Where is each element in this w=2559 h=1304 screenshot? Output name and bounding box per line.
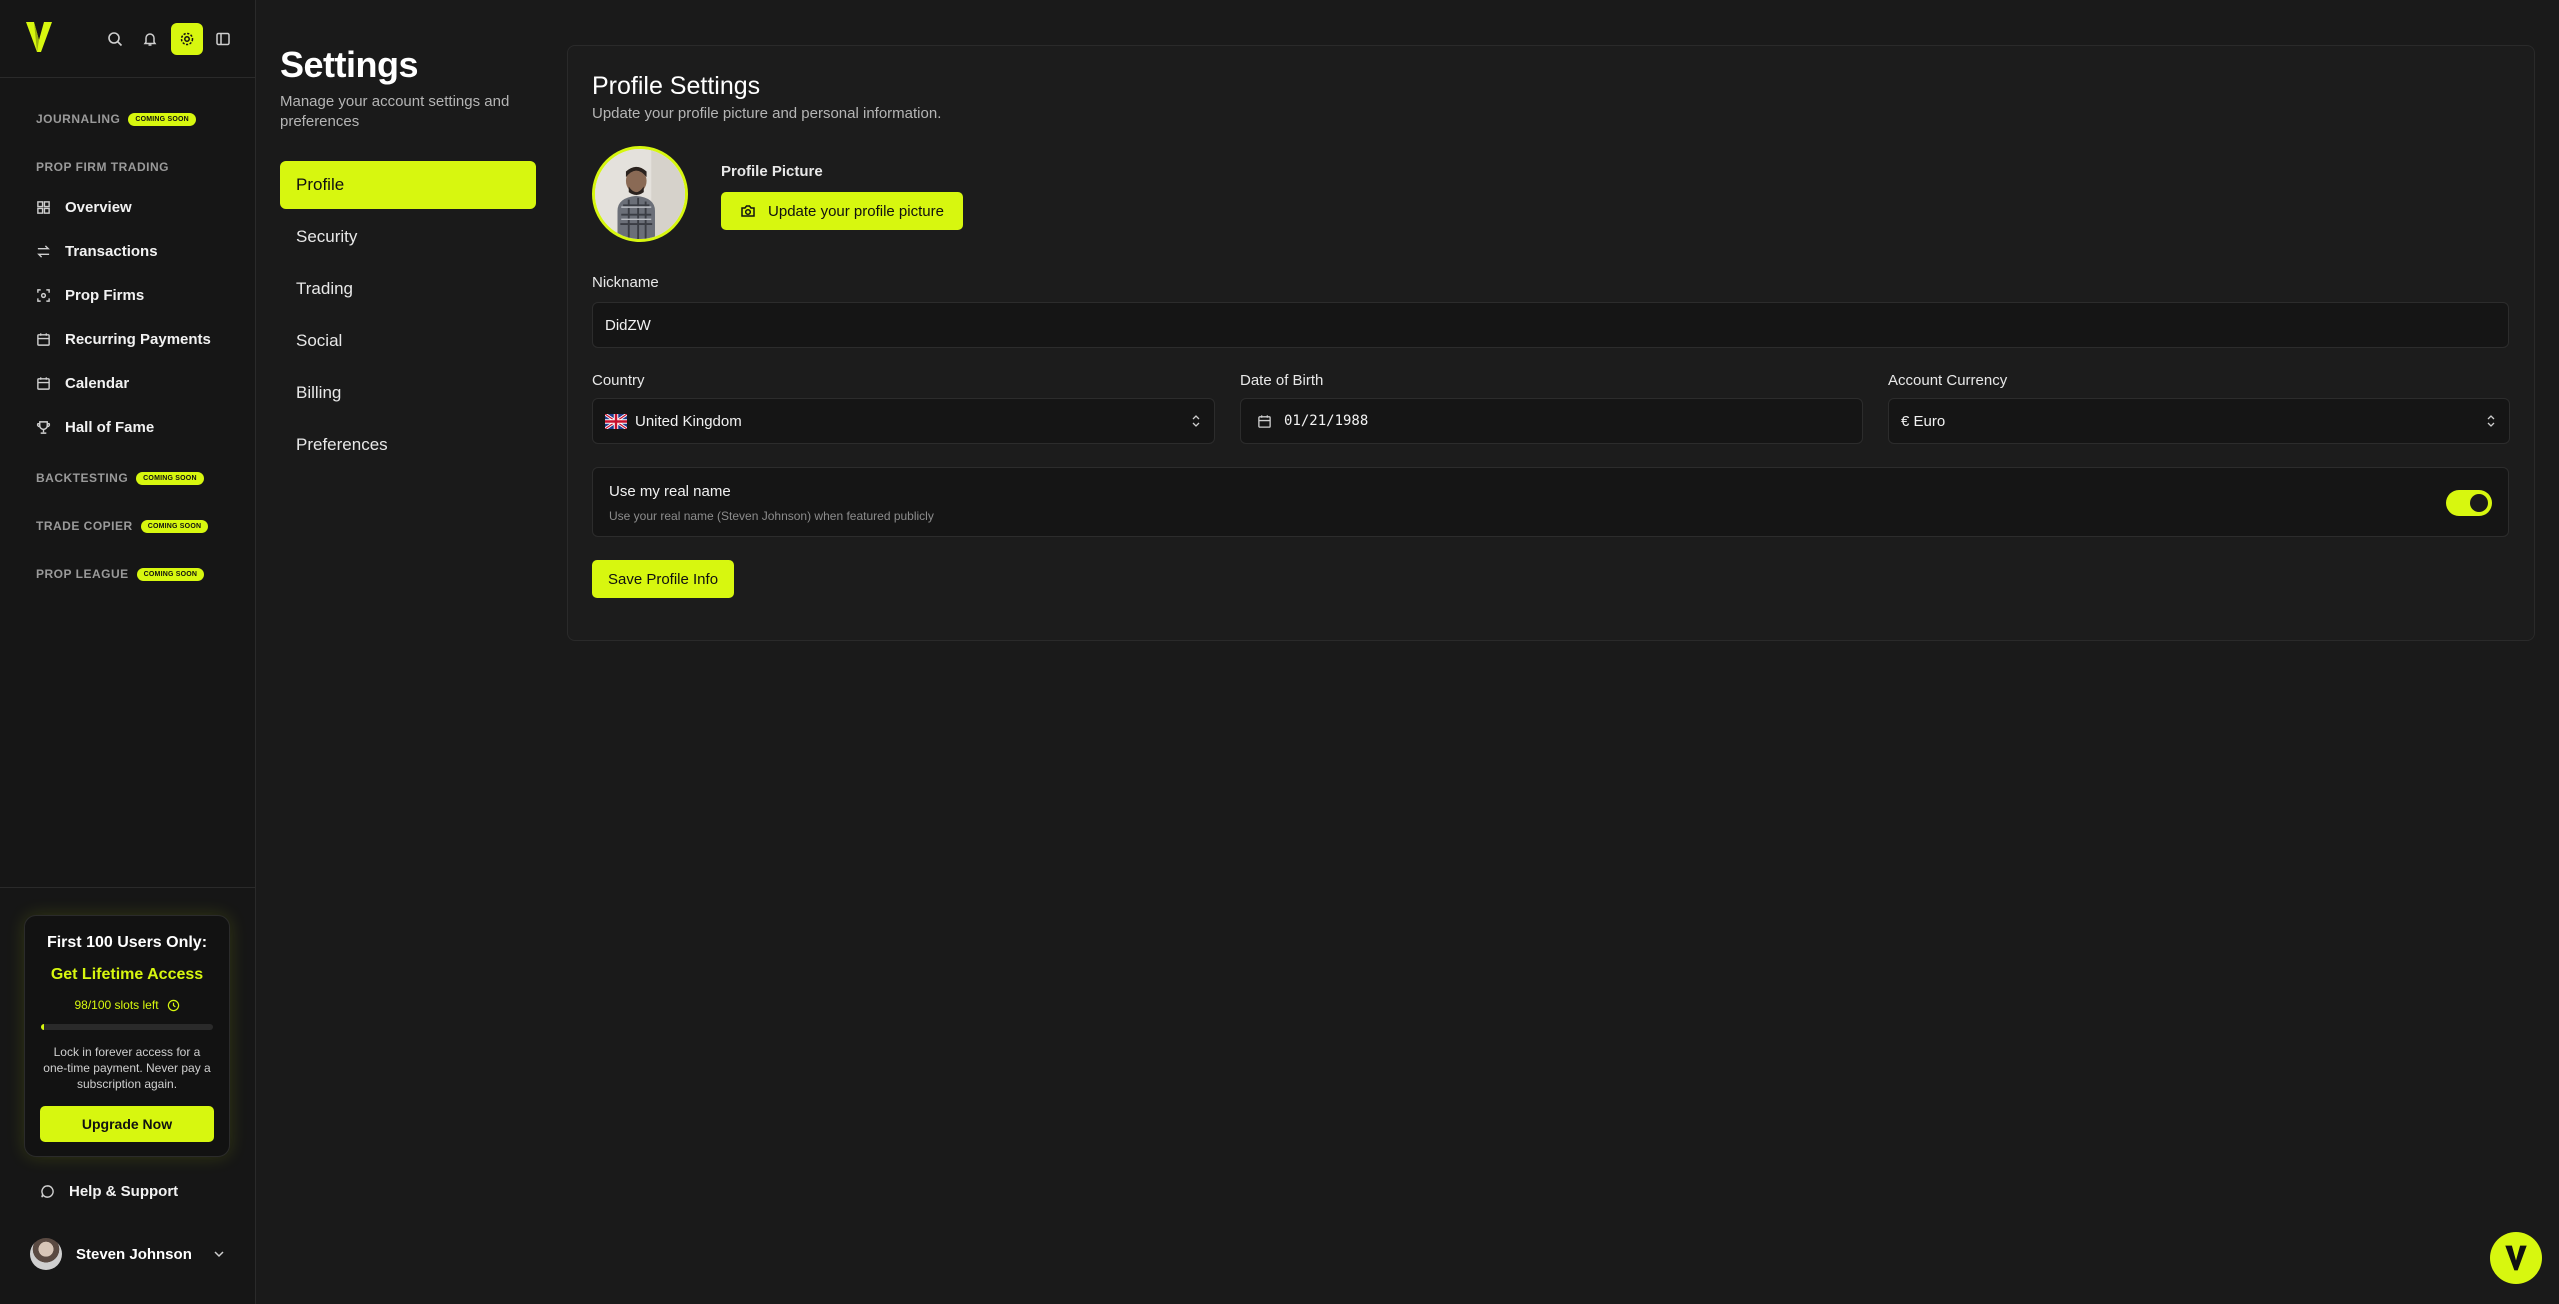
card-subtitle: Update your profile picture and personal… [592,105,942,122]
section-prop-league: PROP LEAGUE COMING SOON [36,567,205,581]
settings-tab-profile[interactable]: Profile [280,161,536,209]
app-logo-icon [2505,1245,2527,1271]
slots-progress-bar [41,1024,213,1030]
currency-label: Account Currency [1888,372,2008,389]
lifetime-access-promo: First 100 Users Only: Get Lifetime Acces… [24,915,230,1157]
user-menu[interactable]: Steven Johnson [30,1238,226,1270]
update-profile-picture-button[interactable]: Update your profile picture [721,192,963,230]
use-real-name-title: Use my real name [609,483,731,500]
coming-soon-badge: COMING SOON [136,567,205,581]
country-label: Country [592,372,645,389]
profile-picture-label: Profile Picture [721,163,823,180]
use-real-name-description: Use your real name (Steven Johnson) when… [609,509,934,523]
sidebar-item-overview[interactable]: Overview [36,193,132,221]
app-logo-fab-button[interactable] [2490,1232,2542,1284]
calendar-icon [37,376,50,390]
scan-icon [37,288,50,302]
slots-left: 98/100 slots left [25,998,229,1012]
section-prop-firm-trading: PROP FIRM TRADING [36,160,169,174]
sidebar-item-calendar[interactable]: Calendar [36,369,129,397]
chevron-down-icon [214,1251,224,1258]
promo-title: First 100 Users Only: [46,934,208,951]
use-real-name-toggle[interactable] [2446,490,2492,516]
calendar-icon [1258,414,1271,428]
grid-icon [37,200,50,214]
use-real-name-row: Use my real name Use your real name (Ste… [592,467,2509,537]
settings-tab-social[interactable]: Social [280,317,536,365]
section-backtesting: BACKTESTING COMING SOON [36,471,204,485]
sidebar-header [0,0,255,78]
chat-bubble-icon [41,1185,54,1198]
sidebar-item-recurring-payments[interactable]: Recurring Payments [36,325,211,353]
page-description: Manage your account settings and prefere… [280,93,510,130]
coming-soon-badge: COMING SOON [136,471,204,485]
page-title: Settings [280,44,419,85]
promo-description: Lock in forever access for a one-time pa… [43,1045,211,1091]
chevron-up-down-icon [2487,415,2495,427]
sidebar: JOURNALING COMING SOON PROP FIRM TRADING… [0,0,256,1304]
uk-flag-icon [605,413,627,429]
arrows-left-right-icon [37,244,50,258]
help-support-link[interactable]: Help & Support [40,1183,178,1200]
avatar [30,1238,62,1270]
nickname-field[interactable]: DidZW [592,302,2509,348]
promo-subtitle: Get Lifetime Access [50,966,204,983]
coming-soon-badge: COMING SOON [128,112,196,126]
chevron-up-down-icon [1192,415,1200,427]
slots-progress-fill [41,1024,45,1030]
country-select[interactable]: United Kingdom [592,398,1215,444]
settings-tab-security[interactable]: Security [280,213,536,261]
sidebar-item-prop-firms[interactable]: Prop Firms [36,281,144,309]
bell-icon[interactable] [134,23,166,55]
profile-photo-icon [595,149,685,239]
account-currency-select[interactable]: € Euro [1888,398,2510,444]
settings-tab-billing[interactable]: Billing [280,369,536,417]
sidebar-item-hall-of-fame[interactable]: Hall of Fame [36,413,154,441]
save-profile-info-button[interactable]: Save Profile Info [592,560,734,598]
upgrade-now-button[interactable]: Upgrade Now [40,1106,214,1142]
profile-settings-card: Profile Settings Update your profile pic… [567,45,2535,641]
section-journaling: JOURNALING COMING SOON [36,112,196,126]
nickname-label: Nickname [592,274,659,291]
toggle-knob [2470,494,2488,512]
settings-tab-preferences[interactable]: Preferences [280,421,536,469]
coming-soon-badge: COMING SOON [140,519,209,533]
sidebar-divider [0,887,256,888]
section-trade-copier: TRADE COPIER COMING SOON [36,519,209,533]
dob-label: Date of Birth [1240,372,1324,389]
calendar-repeat-icon [37,332,50,346]
profile-picture[interactable] [592,146,688,242]
clock-icon [167,999,179,1011]
trophy-icon [36,420,51,434]
date-of-birth-field[interactable]: 01/21/1988 [1240,398,1863,444]
settings-gear-icon[interactable] [171,23,203,55]
app-logo-icon[interactable] [24,20,54,54]
settings-tab-trading[interactable]: Trading [280,265,536,313]
camera-icon [741,205,755,217]
search-icon[interactable] [99,23,131,55]
user-name: Steven Johnson [76,1245,192,1263]
sidebar-item-transactions[interactable]: Transactions [36,237,158,265]
sidebar-toggle-icon[interactable] [207,23,239,55]
card-title: Profile Settings [592,72,761,100]
